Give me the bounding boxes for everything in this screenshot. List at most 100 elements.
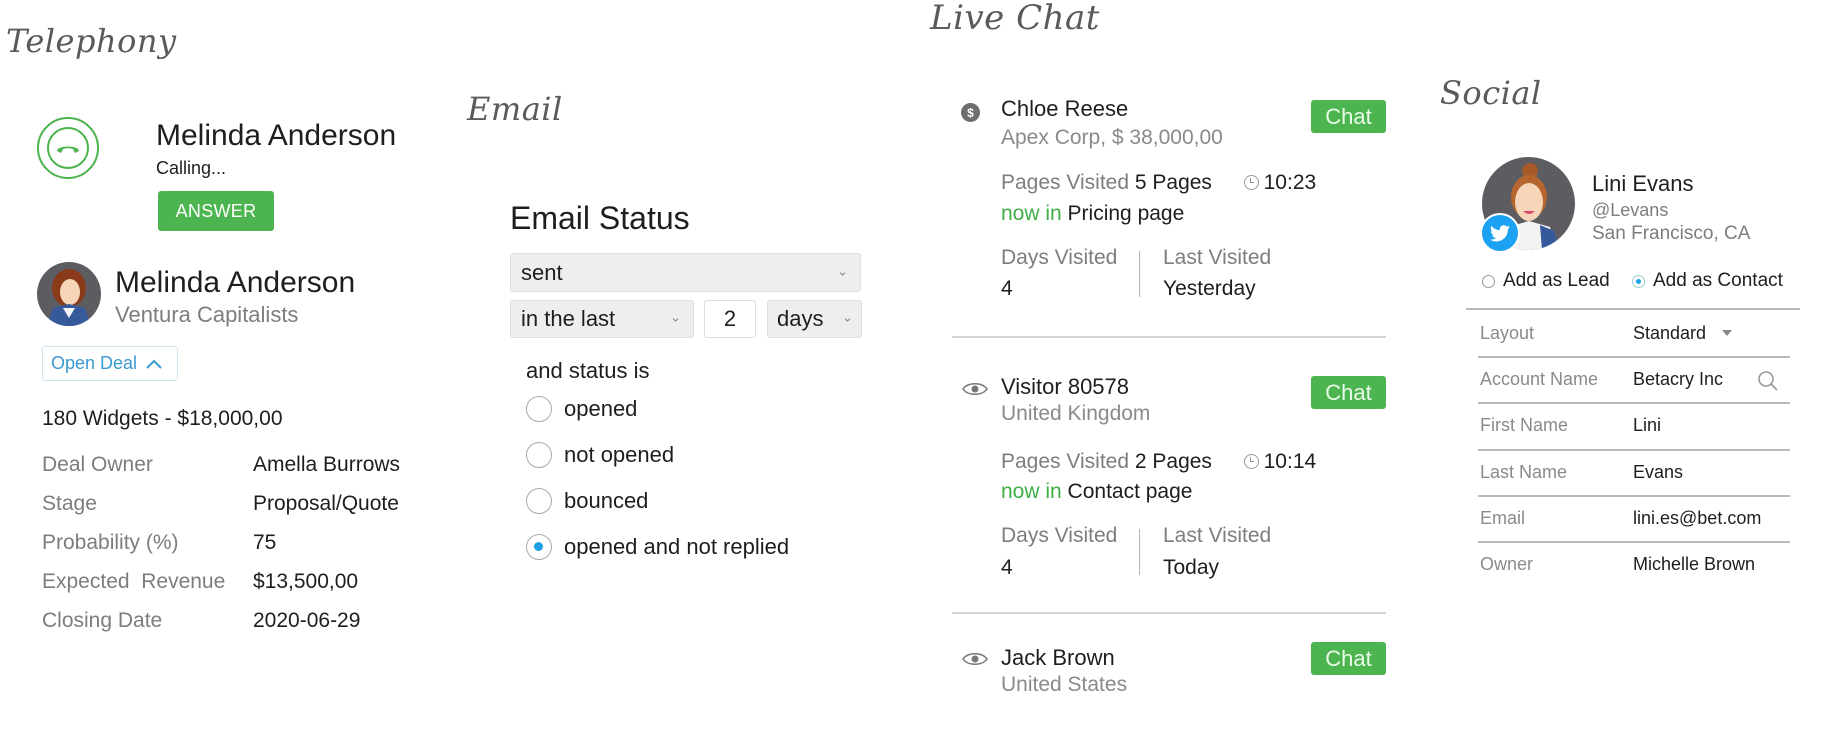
column-divider [1139, 529, 1140, 575]
call-indicator [37, 117, 99, 179]
column-divider [1139, 251, 1140, 297]
layout-select[interactable]: Standard [1633, 323, 1733, 344]
email-field: Email lini.es@bet.com [1480, 496, 1790, 542]
chevron-down-icon: ⌄ [842, 309, 853, 325]
range-select[interactable]: in the last ⌄ [510, 300, 694, 338]
open-deal-button[interactable]: Open Deal [42, 346, 178, 381]
days-visited-value: 4 [1001, 556, 1013, 579]
status-select-value: sent [521, 259, 563, 285]
social-location: San Francisco, CA [1592, 223, 1751, 244]
now-in-line: now in Contact page [1001, 480, 1192, 504]
last-visited-value: Today [1163, 556, 1220, 579]
social-section-title: Social [1440, 74, 1542, 112]
chevron-down-icon: ⌄ [837, 262, 848, 278]
field-label: Owner [1480, 554, 1534, 574]
account-name-field: Account Name Betacry Inc [1480, 357, 1790, 403]
email-section-title: Email [467, 90, 563, 128]
radio-button[interactable] [526, 488, 552, 514]
status-option-label: bounced [564, 488, 649, 513]
pages-visited-value: 5 Pages [1134, 171, 1212, 194]
days-visited-label: Days Visited [1001, 246, 1118, 269]
field-label: Account Name [1480, 369, 1599, 389]
visitor-subtitle: Apex Corp, $ 38,000,00 [1001, 126, 1223, 149]
status-option[interactable]: bounced [526, 488, 648, 514]
phone-hangup-icon [57, 146, 79, 153]
svg-text:$: $ [967, 106, 974, 120]
layout-field[interactable]: Layout Standard [1480, 311, 1790, 357]
pages-visited-line: Pages Visited 2 Pages 10:14 [1001, 450, 1316, 474]
answer-button[interactable]: ANSWER [158, 191, 274, 231]
radio-button-selected[interactable] [526, 534, 552, 560]
status-option-label: opened [564, 396, 638, 421]
twitter-icon [1490, 224, 1510, 241]
field-value: Standard [1633, 323, 1707, 343]
visitor-name: Jack Brown [1001, 645, 1115, 670]
open-deal-label: Open Deal [51, 353, 138, 373]
contact-avatar [37, 262, 101, 326]
chat-button[interactable]: Chat [1311, 642, 1386, 675]
now-in-value: Contact page [1067, 480, 1193, 503]
add-as-contact-option[interactable]: Add as Contact [1632, 270, 1783, 292]
unit-select-value: days [777, 306, 824, 331]
contact-name: Melinda Anderson [115, 266, 356, 299]
now-in-label: now in [1001, 202, 1062, 225]
eye-icon [962, 653, 988, 665]
deal-field-value: 75 [253, 531, 277, 554]
search-icon[interactable] [1757, 370, 1779, 392]
first-name-field: First Name Lini [1480, 403, 1790, 449]
days-visited-label: Days Visited [1001, 524, 1118, 547]
clock-icon [1243, 454, 1259, 469]
pages-visited-value: 2 Pages [1134, 450, 1212, 473]
deal-field-label: Stage [42, 492, 97, 515]
field-value: Betacry Inc [1633, 369, 1724, 389]
field-value: lini.es@bet.com [1633, 508, 1762, 528]
radio-button-selected[interactable] [1632, 274, 1645, 288]
deal-field-label: Closing Date [42, 609, 163, 632]
visitor-divider [952, 612, 1386, 614]
visitor-divider [952, 336, 1386, 338]
chevron-up-icon [146, 359, 162, 369]
eye-icon [962, 383, 988, 395]
visitor-subtitle: United Kingdom [1001, 402, 1151, 425]
days-visited-value: 4 [1001, 277, 1013, 300]
pages-visited-label: Pages Visited [1001, 450, 1130, 473]
status-option[interactable]: opened and not replied [526, 534, 789, 560]
now-in-line: now in Pricing page [1001, 202, 1184, 226]
field-label: First Name [1480, 415, 1569, 435]
contact-company: Ventura Capitalists [115, 302, 299, 327]
status-select[interactable]: sent ⌄ [510, 253, 861, 292]
status-option[interactable]: opened [526, 396, 637, 422]
status-option-label: opened and not replied [564, 534, 790, 559]
deal-field-value: 2020-06-29 [253, 609, 361, 632]
social-name: Lini Evans [1592, 171, 1694, 196]
radio-button[interactable] [526, 396, 552, 422]
deal-field-value: $13,500,00 [253, 570, 359, 593]
range-value-input[interactable] [704, 300, 756, 338]
status-option-label: not opened [564, 442, 675, 467]
call-status: Calling... [156, 158, 227, 178]
owner-field: Owner Michelle Brown [1480, 542, 1790, 588]
field-value: Lini [1633, 415, 1662, 435]
deal-summary: 180 Widgets - $18,000,00 [42, 407, 283, 430]
status-option[interactable]: not opened [526, 442, 674, 468]
now-in-value: Pricing page [1067, 202, 1185, 225]
clock-icon [1243, 175, 1259, 190]
visit-time: 10:14 [1263, 450, 1317, 473]
field-label: Layout [1480, 323, 1535, 343]
last-visited-label: Last Visited [1163, 246, 1272, 269]
caret-down-icon [1722, 330, 1733, 336]
deal-field-value: Proposal/Quote [253, 492, 399, 515]
telephony-section-title: Telephony [6, 22, 177, 60]
field-value: Michelle Brown [1633, 554, 1756, 574]
visitor-subtitle: United States [1001, 673, 1128, 696]
field-value: Evans [1633, 462, 1684, 482]
visitor-name: Visitor 80578 [1001, 374, 1130, 399]
chat-button[interactable]: Chat [1311, 376, 1386, 409]
add-as-lead-option[interactable]: Add as Lead [1482, 270, 1610, 292]
chat-button[interactable]: Chat [1311, 100, 1386, 133]
now-in-label: now in [1001, 480, 1062, 503]
radio-button[interactable] [526, 442, 552, 468]
radio-button[interactable] [1482, 274, 1495, 288]
last-name-field: Last Name Evans [1480, 450, 1790, 496]
unit-select[interactable]: days ⌄ [767, 300, 862, 338]
